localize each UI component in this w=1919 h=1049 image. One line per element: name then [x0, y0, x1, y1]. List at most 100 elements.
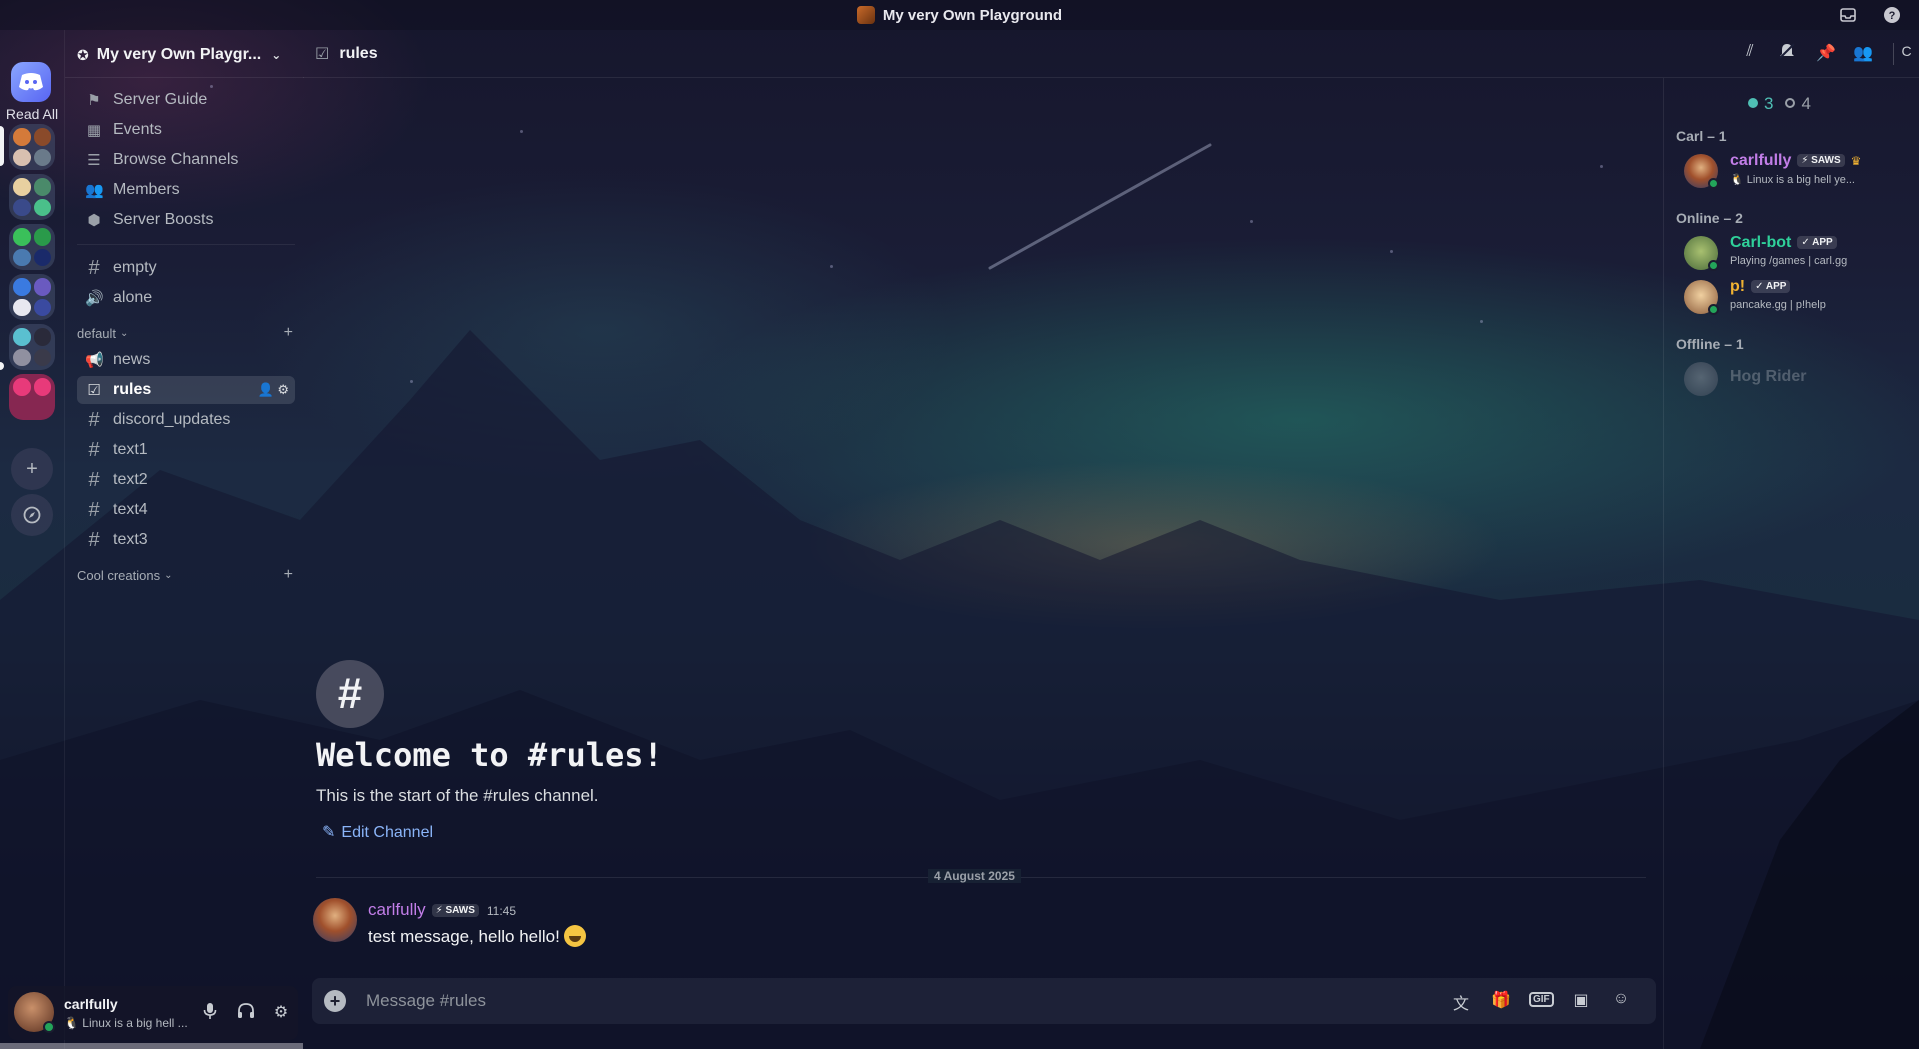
user-name[interactable]: carlfully [64, 996, 118, 1012]
crown-icon: ♛ [1850, 154, 1862, 168]
server-folder[interactable] [9, 374, 55, 420]
search-box[interactable]: C [1893, 43, 1919, 65]
channel-hash-icon: # [316, 660, 384, 728]
edit-channel-link[interactable]: ✎ Edit Channel [322, 822, 433, 842]
gift-icon[interactable]: 🎁 [1489, 990, 1513, 1012]
server-folder[interactable] [9, 224, 55, 270]
category-label: Cool creations [77, 567, 161, 583]
nav-label: Server Guide [113, 91, 208, 108]
channel-alone[interactable]: 🔊 alone [77, 284, 295, 312]
nav-browse-channels[interactable]: ☰ Browse Channels [77, 146, 295, 174]
member-hog-rider[interactable]: Hog Rider [1676, 358, 1912, 402]
star [830, 265, 833, 268]
window-title-text: My very Own Playground [882, 7, 1063, 24]
sticker-icon[interactable]: ▣ [1569, 990, 1593, 1012]
nav-label: Server Boosts [113, 211, 214, 228]
channel-label: text3 [113, 531, 148, 548]
category-cool-creations[interactable]: Cool creations ⌄ + [77, 566, 295, 584]
user-status-text: Linux is a big hell ... [82, 1016, 188, 1030]
nav-server-guide[interactable]: ⚑ Server Guide [77, 86, 295, 114]
threads-icon[interactable]: ⫽ [1738, 43, 1762, 65]
message-header: carlfully ⚡ SAWS 11:45 [368, 900, 516, 920]
add-attachment-button[interactable]: + [324, 990, 346, 1012]
channel-label: text1 [113, 441, 148, 458]
inbox-icon[interactable] [1838, 5, 1858, 25]
server-icon [856, 6, 875, 24]
microphone-icon[interactable] [198, 1002, 222, 1024]
gear-icon[interactable]: ⚙ [277, 382, 289, 397]
message-author[interactable]: carlfully [368, 900, 426, 919]
channel-rules[interactable]: ☑ rules 👤 ⚙ [77, 376, 295, 404]
nav-label: Browse Channels [113, 151, 239, 168]
user-status: 🐧 Linux is a big hell ... [64, 1016, 188, 1030]
role-badge[interactable]: ⚡ SAWS [431, 904, 479, 917]
headphones-icon[interactable] [234, 1002, 258, 1024]
channel-news[interactable]: 📢 news [77, 346, 295, 374]
avatar[interactable] [313, 898, 357, 942]
star [1480, 320, 1483, 323]
gif-icon[interactable]: GIF [1529, 990, 1554, 1012]
rules-icon: ☑ [87, 382, 101, 399]
invite-icon[interactable]: 👤 [258, 382, 274, 397]
add-channel-icon[interactable]: + [284, 566, 293, 584]
app-badge: ✓ APP [1751, 280, 1791, 293]
offline-dot-icon [1785, 98, 1796, 108]
channel-text3[interactable]: # text3 [77, 526, 295, 554]
online-status-dot [1708, 304, 1719, 315]
hash-icon: # [88, 408, 100, 431]
channel-label: empty [113, 259, 157, 276]
message-input[interactable] [366, 988, 1416, 1014]
welcome-title: Welcome to #rules! [316, 736, 663, 774]
category-default[interactable]: default ⌄ + [77, 324, 295, 342]
translate-icon[interactable]: 文 [1449, 990, 1473, 1013]
pencil-icon: ✎ [322, 824, 336, 841]
channel-discord-updates[interactable]: # discord_updates [77, 406, 295, 434]
svg-text:?: ? [1889, 10, 1896, 22]
nav-members[interactable]: 👥 Members [77, 176, 295, 204]
app-badge-text: APP [1765, 281, 1787, 292]
channel-text4[interactable]: # text4 [77, 496, 295, 524]
speaker-icon: 🔊 [85, 290, 104, 307]
channel-empty[interactable]: # empty [77, 254, 295, 282]
server-gear-icon: ✪ [77, 46, 89, 63]
discover-compass-icon[interactable] [11, 494, 53, 536]
server-folder[interactable] [9, 274, 55, 320]
settings-gear-icon[interactable]: ⚙ [269, 1002, 293, 1024]
member-status: pancake.gg | p!help [1730, 299, 1826, 311]
pin-icon[interactable]: 📌 [1814, 43, 1838, 65]
channel-text2[interactable]: # text2 [77, 466, 295, 494]
add-server-button[interactable]: + [11, 448, 53, 490]
boost-icon: ⬢ [87, 212, 101, 229]
member-list-icon[interactable]: 👥 [1851, 43, 1875, 65]
server-rail: Read All + [0, 30, 64, 1049]
help-icon[interactable]: ? [1882, 5, 1902, 25]
read-all-label[interactable]: Read All [0, 106, 64, 122]
channel-label: text2 [113, 471, 148, 488]
channel-label: discord_updates [113, 411, 231, 428]
add-channel-icon[interactable]: + [284, 324, 293, 342]
member-carl-bot[interactable]: Carl-bot ✓ APP Playing /games | carl.gg [1676, 232, 1912, 276]
member-name-row: p! ✓ APP [1730, 278, 1791, 296]
star [410, 380, 413, 383]
channel-text1[interactable]: # text1 [77, 436, 295, 464]
nav-events[interactable]: ▦ Events [77, 116, 295, 144]
window-title: My very Own Playground [0, 6, 1919, 24]
member-group-header: Offline – 1 [1676, 336, 1744, 352]
server-folder[interactable] [9, 324, 55, 370]
online-status-dot [1708, 178, 1719, 189]
signpost-icon: ⚑ [87, 92, 101, 109]
online-status-dot [1708, 260, 1719, 271]
emoji-picker-icon[interactable]: ☺ [1609, 990, 1633, 1012]
server-name-header[interactable]: ✪ My very Own Playgr... ⌄ [77, 44, 281, 66]
member-counts: 3 4 [1748, 94, 1811, 114]
server-folder[interactable] [9, 124, 55, 170]
nav-server-boosts[interactable]: ⬢ Server Boosts [77, 206, 295, 234]
member-p[interactable]: p! ✓ APP pancake.gg | p!help [1676, 276, 1912, 320]
channel-label: alone [113, 289, 153, 306]
member-carlfully[interactable]: carlfully ⚡ SAWS ♛ 🐧 Linux is a big hell y… [1676, 150, 1912, 194]
notifications-muted-icon[interactable] [1775, 43, 1799, 65]
hash-icon: # [88, 498, 100, 521]
channel-label: rules [113, 381, 152, 398]
server-folder[interactable] [9, 174, 55, 220]
discord-home-icon[interactable] [11, 62, 51, 102]
